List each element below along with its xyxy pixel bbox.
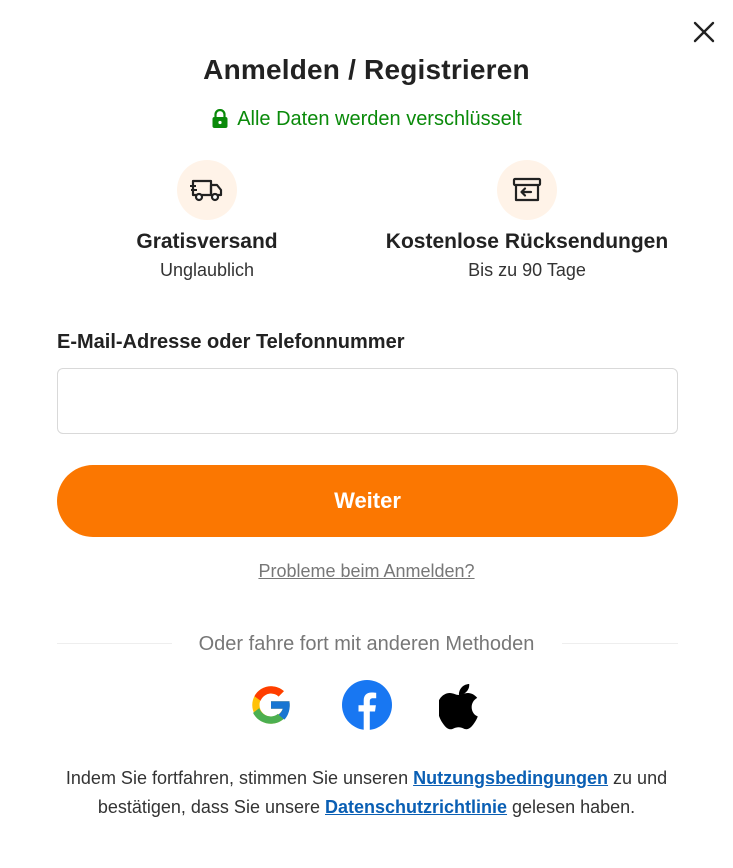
email-phone-input[interactable] <box>57 368 678 434</box>
facebook-login-button[interactable] <box>342 680 392 730</box>
truck-icon <box>190 179 223 202</box>
truck-icon-wrapper <box>177 160 237 220</box>
page-title: Anmelden / Registrieren <box>203 54 530 85</box>
terms-notice: Indem Sie fortfahren, stimmen Sie unsere… <box>30 764 703 822</box>
privacy-policy-link[interactable]: Datenschutzrichtlinie <box>325 797 507 817</box>
benefit-free-shipping: Gratisversand Unglaublich <box>47 160 367 281</box>
continue-button[interactable]: Weiter <box>57 465 678 537</box>
benefit-free-returns: Kostenlose Rücksendungen Bis zu 90 Tage <box>367 160 687 281</box>
close-icon[interactable] <box>690 18 718 46</box>
facebook-icon[interactable] <box>342 680 392 730</box>
terms-of-use-link[interactable]: Nutzungsbedingungen <box>413 768 608 788</box>
lock-icon <box>212 109 228 128</box>
login-problems-link[interactable]: Probleme beim Anmelden? <box>0 561 733 582</box>
google-icon[interactable] <box>246 680 296 730</box>
apple-login-button[interactable] <box>437 680 487 730</box>
secure-notice: Alle Daten werden verschlüsselt <box>0 106 733 132</box>
benefit-subtitle: Bis zu 90 Tage <box>468 260 586 280</box>
terms-suffix: gelesen haben. <box>507 797 636 817</box>
close-button[interactable] <box>690 18 718 46</box>
google-login-button[interactable] <box>246 680 296 730</box>
apple-icon[interactable] <box>439 680 485 730</box>
email-phone-label: E-Mail-Adresse oder Telefonnummer <box>57 331 405 353</box>
alt-methods-text: Oder fahre fort mit anderen Methoden <box>198 633 535 655</box>
secure-text: Alle Daten werden verschlüsselt <box>237 107 522 130</box>
terms-prefix: Indem Sie fortfahren, stimmen Sie unsere… <box>65 768 414 788</box>
benefit-title: Kostenlose Rücksendungen <box>385 230 669 253</box>
benefit-subtitle: Unglaublich <box>159 260 255 280</box>
return-box-icon <box>512 177 542 202</box>
benefit-title: Gratisversand <box>136 230 278 253</box>
return-box-icon-wrapper <box>497 160 557 220</box>
